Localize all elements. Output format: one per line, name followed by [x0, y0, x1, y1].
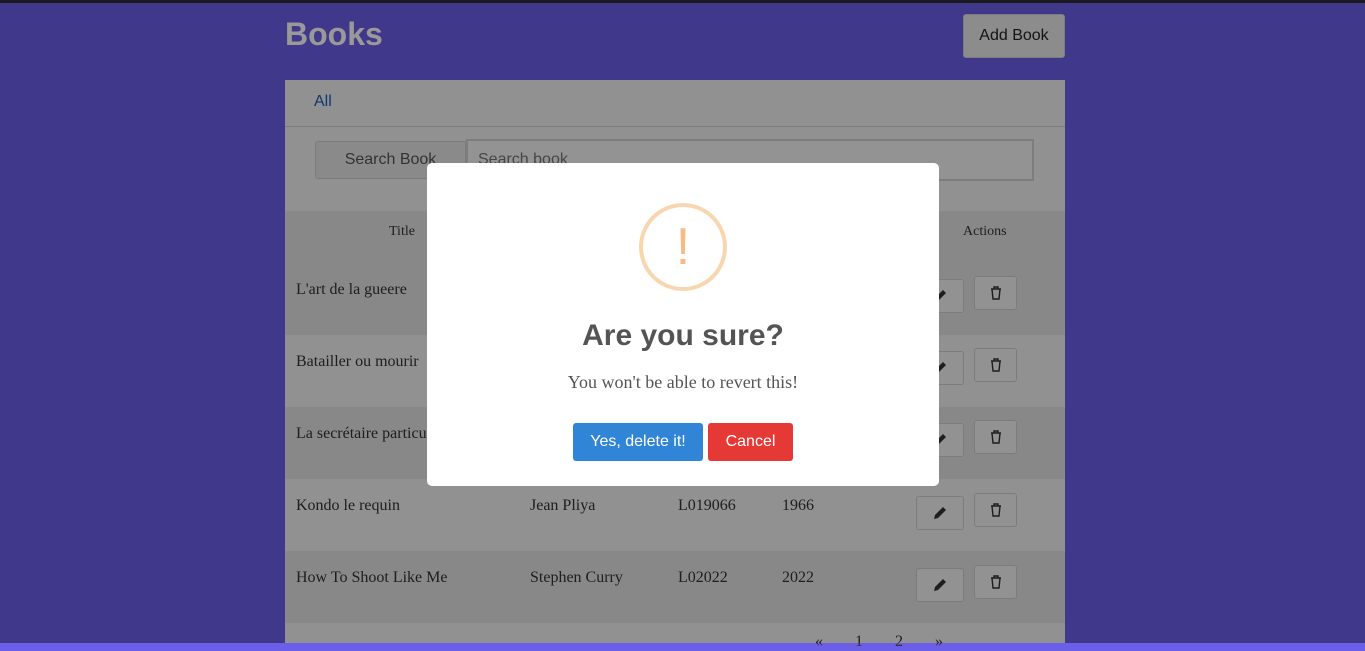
confirm-dialog: ! Are you sure? You won't be able to rev…: [427, 163, 939, 486]
dialog-title: Are you sure?: [582, 319, 784, 352]
cancel-button[interactable]: Cancel: [708, 423, 793, 461]
warning-icon: !: [639, 203, 727, 291]
confirm-delete-button[interactable]: Yes, delete it!: [573, 423, 703, 461]
dialog-message: You won't be able to revert this!: [567, 372, 799, 392]
warning-glyph: !: [675, 218, 691, 276]
